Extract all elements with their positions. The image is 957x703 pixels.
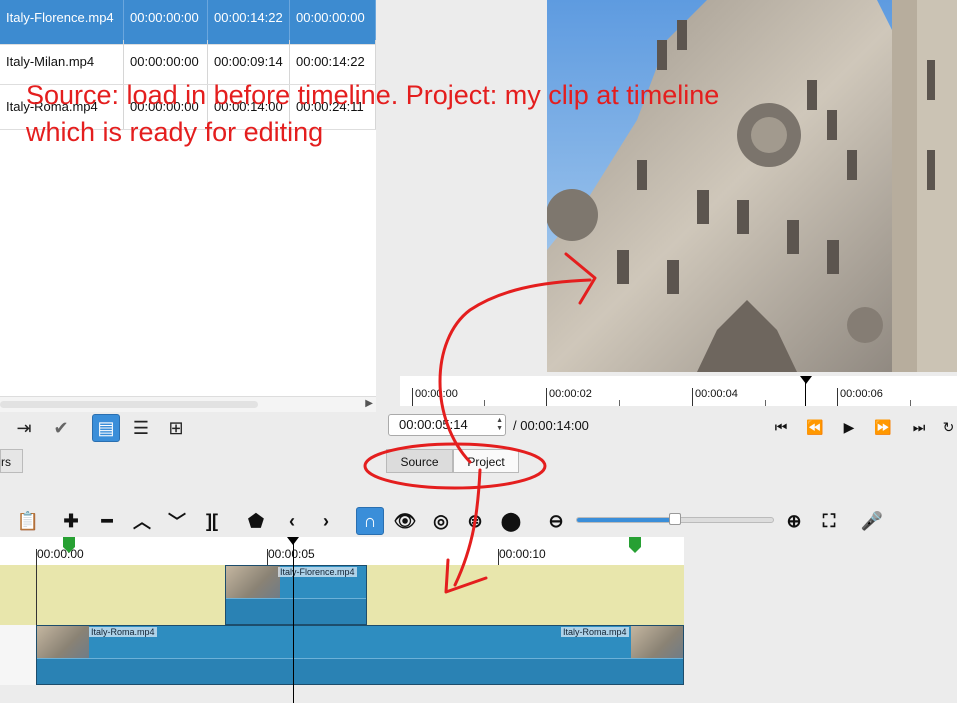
annotation-arrows xyxy=(363,252,597,594)
